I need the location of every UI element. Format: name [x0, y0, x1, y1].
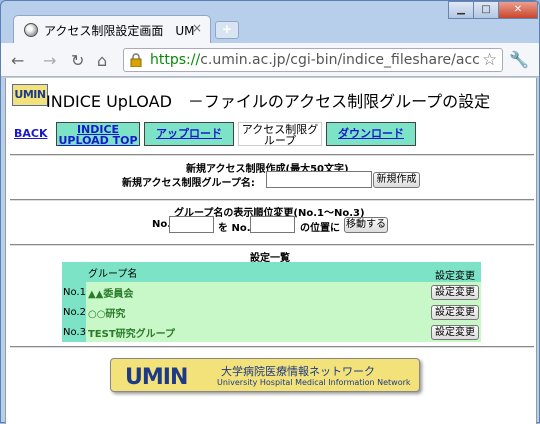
create-button[interactable]: 新規作成: [373, 172, 420, 188]
tab-title: アクセス制限設定画面 UM: [44, 24, 195, 38]
divider: [10, 154, 534, 156]
nav-upload[interactable]: アップロード: [144, 122, 234, 146]
group-name-cell: ○○研究: [85, 302, 429, 322]
minimize-button[interactable]: ▁: [448, 1, 474, 19]
nav-download[interactable]: ダウンロード: [326, 122, 416, 146]
header-action: 設定変更: [429, 262, 481, 282]
row-number: No.1: [62, 282, 86, 302]
header-group-name: グループ名: [85, 262, 429, 282]
order-label-position: の位置に: [300, 223, 340, 234]
address-bar[interactable]: https://c.umin.ac.jp/cgi-bin/indice_file…: [123, 48, 503, 72]
globe-icon: [24, 23, 38, 37]
table-row: No.2 ○○研究 設定変更: [62, 302, 481, 322]
browser-window: アクセス制限設定画面 UM × + ▁ □ ✕ ← → ↻ ⌂ https://…: [0, 0, 540, 424]
nav-indice-top[interactable]: INDICE UPLOAD TOP: [56, 122, 140, 146]
edit-settings-button[interactable]: 設定変更: [431, 324, 479, 340]
order-from-input[interactable]: [169, 216, 214, 233]
order-to-input[interactable]: [250, 216, 295, 233]
browser-toolbar: ← → ↻ ⌂ https://c.umin.ac.jp/cgi-bin/ind…: [1, 43, 539, 77]
wrench-icon[interactable]: 🔧: [509, 50, 529, 69]
order-label-to: を No.: [218, 223, 251, 234]
new-group-name-input[interactable]: [266, 171, 372, 188]
lock-icon: [130, 53, 142, 67]
group-name-cell: ▲▲委員会: [85, 282, 429, 302]
footer-english-name: University Hospital Medical Information …: [217, 378, 411, 387]
divider: [10, 199, 534, 201]
forward-arrow-icon[interactable]: →: [43, 51, 56, 70]
move-button[interactable]: 移動する: [344, 217, 388, 233]
browser-tab[interactable]: アクセス制限設定画面 UM ×: [13, 15, 211, 43]
page-title: INDICE UpLOAD －ファイルのアクセス制限グループの設定: [46, 92, 491, 111]
bookmark-star-icon[interactable]: ☆: [482, 50, 497, 70]
edit-settings-button[interactable]: 設定変更: [431, 284, 479, 300]
url-text: https://c.umin.ac.jp/cgi-bin/indice_file…: [150, 52, 480, 68]
umin-logo: UMIN: [12, 84, 48, 106]
footer-logo: UMIN: [125, 365, 188, 390]
page-content: UMIN INDICE UpLOAD －ファイルのアクセス制限グループの設定 B…: [5, 78, 537, 424]
back-arrow-icon[interactable]: ←: [11, 51, 24, 70]
table-header: グループ名 設定変更: [62, 262, 481, 282]
divider: [10, 244, 534, 246]
home-icon[interactable]: ⌂: [97, 51, 107, 70]
group-name-cell: TEST研究グループ: [85, 322, 429, 342]
table-row: No.1 ▲▲委員会 設定変更: [62, 282, 481, 302]
nav-access-group: アクセス制限グループ: [238, 122, 322, 146]
new-tab-button[interactable]: +: [215, 21, 239, 39]
back-link[interactable]: BACK: [14, 127, 48, 140]
reload-icon[interactable]: ↻: [71, 51, 84, 70]
close-tab-icon[interactable]: ×: [192, 21, 202, 35]
row-number: No.2: [62, 302, 86, 322]
divider: [10, 346, 534, 348]
maximize-button[interactable]: □: [473, 1, 499, 19]
close-window-button[interactable]: ✕: [498, 1, 538, 19]
row-number: No.3: [62, 322, 86, 342]
group-table: グループ名 設定変更 No.1 ▲▲委員会 設定変更 No.2 ○○研究 設定変…: [62, 262, 481, 342]
title-bar: アクセス制限設定画面 UM × + ▁ □ ✕: [1, 1, 539, 43]
nav-row: BACK INDICE UPLOAD TOP アップロード アクセス制限グループ…: [12, 122, 532, 146]
create-label: 新規アクセス制限グループ名:: [122, 178, 255, 189]
edit-settings-button[interactable]: 設定変更: [431, 304, 479, 320]
umin-footer-banner[interactable]: UMIN 大学病院医療情報ネットワーク University Hospital …: [110, 358, 420, 392]
footer-japanese-name: 大学病院医療情報ネットワーク: [221, 365, 375, 378]
table-row: No.3 TEST研究グループ 設定変更: [62, 322, 481, 342]
header-num: [62, 262, 86, 282]
